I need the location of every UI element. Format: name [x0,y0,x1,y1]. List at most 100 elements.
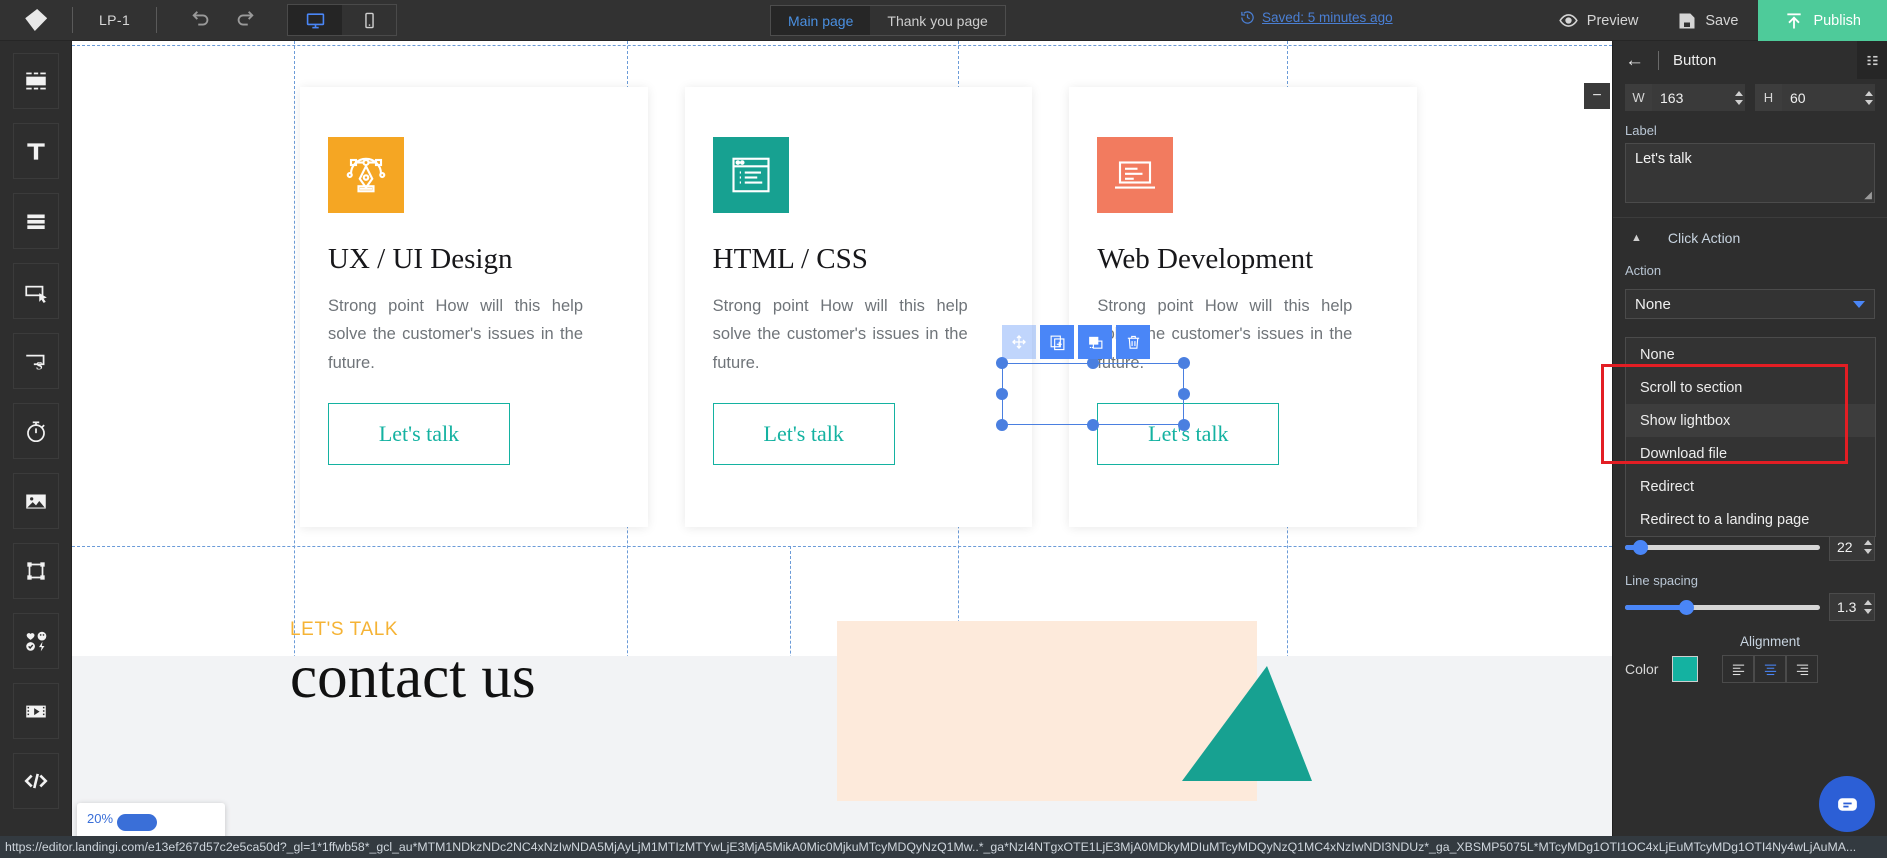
rail-item-code[interactable] [12,753,59,809]
redo-button[interactable] [223,0,267,41]
font-size-slider[interactable] [1625,539,1820,555]
status-bar: https://editor.landingi.com/e13ef267d57c… [0,836,1887,858]
collapse-panel-button[interactable]: − [1584,83,1610,109]
size-row: W 163 H 60 [1613,79,1887,111]
feature-card[interactable]: Web Development Strong point How will th… [1069,87,1418,527]
rail-item-section[interactable] [12,53,59,109]
back-arrow-icon[interactable]: ← [1625,51,1644,70]
action-dropdown-menu[interactable]: None Scroll to section Show lightbox Dow… [1601,337,1876,537]
width-value[interactable]: 163 [1652,84,1732,111]
height-stepper[interactable] [1862,84,1875,111]
selected-element-overlay[interactable] [996,325,1190,431]
shape-icon [26,562,45,580]
properties-panel: − ← Button W 163 H 60 Label Let's talk ◢… [1584,41,1887,858]
clone-style-button[interactable] [1078,325,1112,359]
action-selected-value: None [1635,295,1671,313]
line-spacing-slider-knob[interactable] [1679,599,1694,615]
resize-handle-s[interactable] [1087,419,1099,431]
card-title: HTML / CSS [712,243,868,275]
action-select[interactable]: None [1625,289,1875,319]
app-logo[interactable] [0,0,72,41]
card-icon-wrap [1097,137,1174,213]
height-field[interactable]: H 60 [1755,84,1875,111]
preview-label: Preview [1586,12,1639,29]
color-swatch[interactable] [1672,656,1699,682]
card-cta-button[interactable]: Let's talk [712,403,895,466]
save-label: Save [1705,12,1739,29]
line-spacing-stepper[interactable] [1861,600,1874,614]
rail-item-countdown[interactable] [12,403,59,459]
font-size-field[interactable]: 22 [1829,533,1875,561]
align-center-button[interactable] [1754,655,1787,683]
width-field[interactable]: W 163 [1625,84,1745,111]
tab-main-page[interactable]: Main page [771,6,871,35]
progress-pill [117,814,157,831]
resize-handle-se[interactable] [1178,419,1190,431]
resize-handle-ne[interactable] [1178,357,1190,369]
rail-item-button[interactable] [12,263,59,319]
duplicate-icon [1050,335,1064,350]
resize-grip-icon[interactable]: ◢ [1864,190,1872,201]
dropdown-option-redirect-landing-page[interactable]: Redirect to a landing page [1626,503,1875,536]
eye-icon [1559,14,1578,27]
alignment-group [1722,655,1819,683]
height-value[interactable]: 60 [1782,84,1862,111]
font-size-slider-knob[interactable] [1633,539,1648,555]
dropdown-option-download-file[interactable]: Download file [1626,437,1875,470]
rail-item-video[interactable] [12,683,59,739]
element-toolbar [1002,325,1150,359]
layers-menu-button[interactable] [1857,41,1887,79]
feature-card[interactable]: HTML / CSS Strong point How will this he… [684,87,1033,527]
move-handle-button[interactable] [1002,325,1036,359]
save-button[interactable]: Save [1658,0,1758,41]
line-spacing-label: Line spacing [1625,573,1698,588]
duplicate-button[interactable] [1040,325,1074,359]
resize-handle-sw[interactable] [996,419,1008,431]
rail-item-shape[interactable] [12,543,59,599]
text-icon [26,143,45,160]
rail-item-icons[interactable] [12,613,59,669]
panel-title: Button [1673,51,1717,69]
chat-support-button[interactable] [1819,776,1875,832]
rail-item-text[interactable] [12,123,59,179]
card-text: Strong point How will this help solve th… [328,297,583,372]
rail-item-box[interactable] [12,193,59,249]
floppy-save-icon [1679,13,1695,28]
publish-button[interactable]: Publish [1758,0,1887,41]
align-left-icon [1732,664,1745,675]
page-tabs: Main page Thank you page [770,5,1006,36]
line-spacing-slider[interactable] [1625,599,1820,615]
rail-item-image[interactable] [12,473,59,529]
dropdown-option-none[interactable]: None [1626,338,1875,371]
rail-item-form[interactable]: S [12,333,59,389]
section-eyebrow: LET'S TALK [290,619,399,640]
dropdown-option-scroll-to-section[interactable]: Scroll to section [1626,371,1875,404]
click-action-section-header[interactable]: ▲ Click Action [1613,217,1887,257]
undo-button[interactable] [179,0,223,41]
device-mobile-button[interactable] [342,5,396,35]
delete-button[interactable] [1116,325,1150,359]
width-stepper[interactable] [1732,84,1745,111]
line-spacing-field[interactable]: 1.3 [1829,593,1875,621]
preview-button[interactable]: Preview [1539,0,1659,41]
font-size-stepper[interactable] [1861,540,1874,554]
panel-header: ← Button [1613,41,1887,79]
clone-style-icon [1088,336,1102,349]
device-desktop-button[interactable] [288,5,343,35]
align-left-button[interactable] [1722,655,1755,683]
feature-card[interactable]: UX / UI Design Strong point How will thi… [300,87,648,527]
resize-handle-e[interactable] [1178,388,1190,400]
saved-status[interactable]: Saved: 5 minutes ago [1240,10,1393,25]
resize-handle-w[interactable] [996,388,1008,400]
undo-icon [192,11,209,26]
layers-icon [1867,55,1877,65]
align-right-button[interactable] [1786,655,1819,683]
dropdown-option-redirect[interactable]: Redirect [1626,470,1875,503]
page-canvas[interactable]: UX / UI Design Strong point How will thi… [72,41,1612,858]
label-input[interactable]: Let's talk ◢ [1625,143,1875,203]
dropdown-option-show-lightbox[interactable]: Show lightbox [1626,404,1875,437]
chat-bubble-icon [1837,797,1857,811]
card-cta-button[interactable]: Let's talk [328,403,510,466]
tab-thank-you-page[interactable]: Thank you page [870,6,1004,35]
feature-cards: UX / UI Design Strong point How will thi… [300,87,1454,527]
